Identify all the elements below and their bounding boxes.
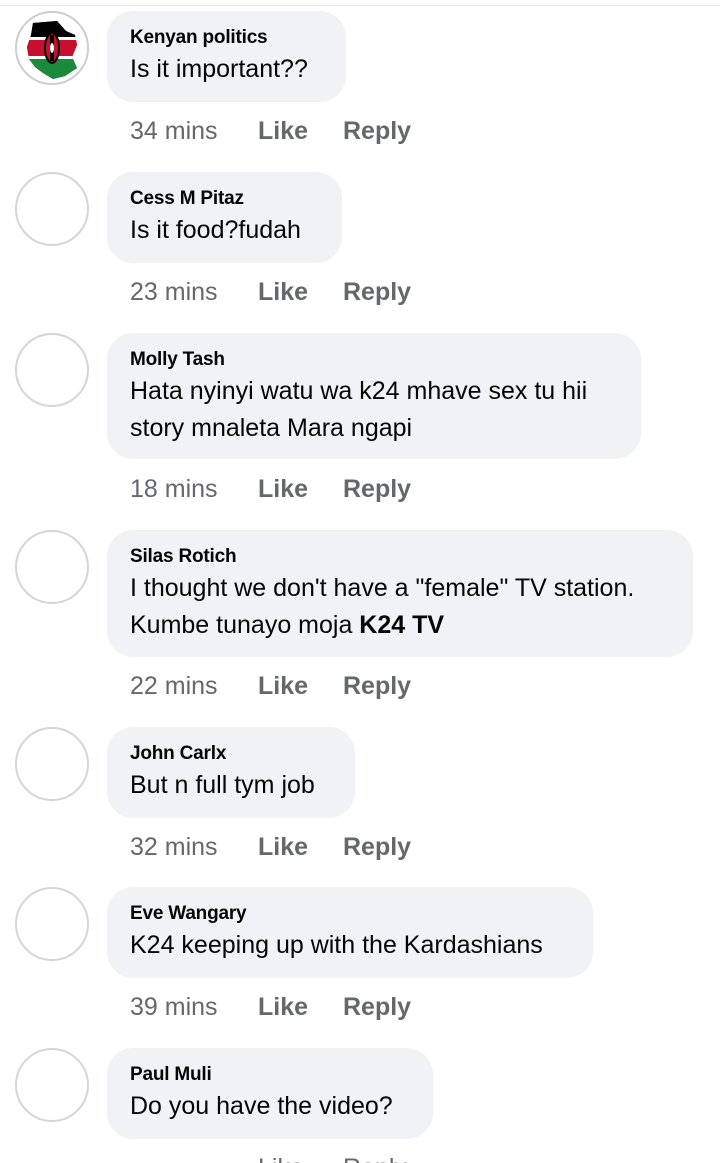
like-button[interactable]: Like (258, 116, 308, 146)
reply-button[interactable]: Reply (343, 116, 411, 146)
reply-button[interactable]: Reply (343, 277, 411, 307)
comment-bubble: Silas Rotich I thought we don't have a "… (107, 530, 693, 657)
comment-timestamp[interactable]: 23 mins (130, 277, 218, 307)
comment-bubble: Molly Tash Hata nyinyi watu wa k24 mhave… (107, 333, 641, 459)
comment-timestamp[interactable]: 32 mins (130, 832, 218, 862)
like-button[interactable]: Like (258, 1153, 304, 1163)
like-button[interactable]: Like (258, 992, 308, 1022)
comment-author[interactable]: Cess M Pitaz (130, 188, 318, 210)
comment-text: I thought we don't have a "female" TV st… (130, 570, 669, 644)
comment-text-line: story mnaleta Mara ngapi (130, 414, 413, 442)
comment-bubble: Eve Wangary K24 keeping up with the Kard… (107, 887, 593, 978)
comment-timestamp[interactable]: 39 mins (130, 992, 218, 1022)
top-divider (0, 5, 720, 6)
comment-author[interactable]: John Carlx (130, 743, 331, 765)
avatar[interactable] (15, 333, 89, 407)
page-mention-link[interactable]: K24 TV (359, 611, 444, 639)
like-button[interactable]: Like (258, 832, 308, 862)
comment-author[interactable]: Silas Rotich (130, 546, 669, 568)
comment-timestamp[interactable]: 22 mins (130, 671, 218, 701)
comment-text-line: Kumbe tunayo moja (130, 611, 360, 639)
like-button[interactable]: Like (258, 474, 308, 504)
like-button[interactable]: Like (258, 671, 308, 701)
comment-text: But n full tym job (130, 771, 315, 799)
comment-text: Is it food?fudah (130, 216, 301, 244)
avatar[interactable] (15, 727, 89, 801)
comment-bubble: Cess M Pitaz Is it food?fudah (107, 172, 342, 263)
like-button[interactable]: Like (258, 277, 308, 307)
comment-meta-cropped: Like Reply (130, 1153, 430, 1163)
comment-text: Hata nyinyi watu wa k24 mhave sex tu hii… (130, 373, 617, 447)
comment-bubble: John Carlx But n full tym job (107, 727, 355, 818)
comment-bubble: Kenyan politics Is it important?? (107, 11, 346, 102)
comment-text-line: Hata nyinyi watu wa k24 mhave sex tu hii (130, 377, 588, 405)
comment-author[interactable]: Kenyan politics (130, 27, 322, 49)
avatar[interactable] (15, 11, 89, 85)
avatar[interactable] (15, 172, 89, 246)
comment-bubble: Paul Muli Do you have the video? (107, 1048, 433, 1139)
comment-text: Is it important?? (130, 55, 308, 83)
comment-author[interactable]: Molly Tash (130, 349, 617, 371)
comment-text: Do you have the video? (130, 1092, 393, 1120)
avatar[interactable] (15, 1048, 89, 1122)
reply-button[interactable]: Reply (343, 832, 411, 862)
comment-text-line: I thought we don't have a "female" TV st… (130, 574, 635, 602)
comment-text: K24 keeping up with the Kardashians (130, 931, 543, 959)
comment-timestamp[interactable]: 34 mins (130, 116, 218, 146)
reply-button[interactable]: Reply (343, 474, 411, 504)
reply-button[interactable]: Reply (343, 671, 411, 701)
avatar[interactable] (15, 530, 89, 604)
reply-button[interactable]: Reply (343, 1153, 407, 1163)
comment-author[interactable]: Paul Muli (130, 1064, 409, 1086)
kenya-flag-map-icon (17, 13, 87, 83)
avatar[interactable] (15, 887, 89, 961)
comment-author[interactable]: Eve Wangary (130, 903, 569, 925)
comment-timestamp[interactable]: 18 mins (130, 474, 218, 504)
reply-button[interactable]: Reply (343, 992, 411, 1022)
